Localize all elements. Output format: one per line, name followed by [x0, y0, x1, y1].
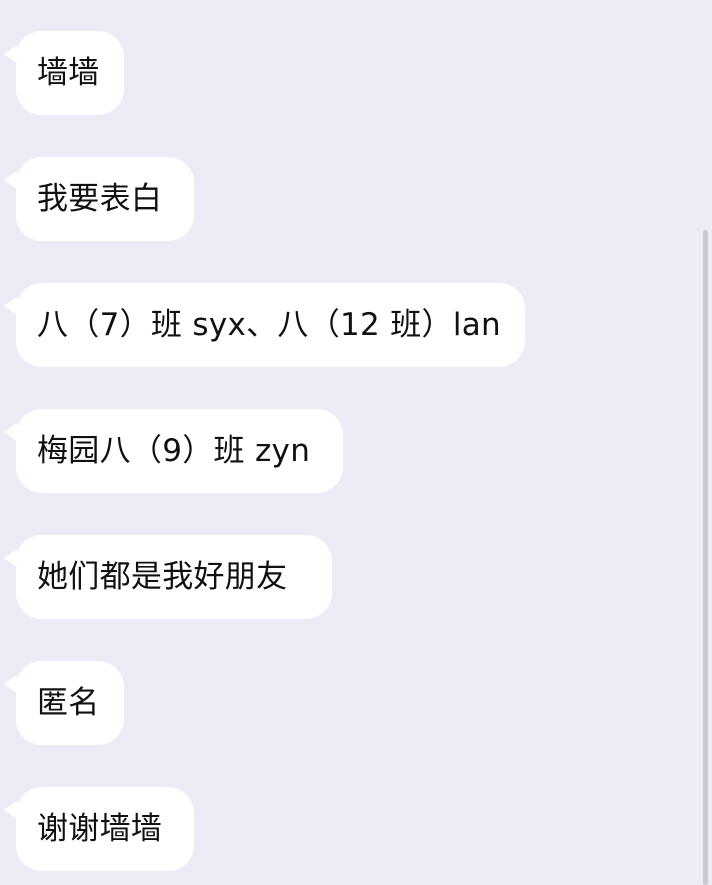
message-bubble[interactable]: 我要表白: [4, 157, 194, 241]
message-text: 谢谢墙墙: [37, 810, 163, 847]
message-text: 匿名: [37, 684, 100, 721]
message-bubble[interactable]: 她们都是我好朋友: [4, 535, 332, 619]
message-text: 墙墙: [37, 54, 100, 91]
message-bubble[interactable]: 匿名: [4, 661, 124, 745]
message-text: 八（7）班 syx、八（12 班）lan: [37, 306, 501, 343]
message-text: 梅园八（9）班 zyn: [37, 432, 311, 469]
scrollbar[interactable]: [703, 230, 708, 885]
message-text: 她们都是我好朋友: [37, 558, 288, 595]
chat-message-list: 墙墙 我要表白 八（7）班 syx、八（12 班）lan 梅园八（9）班 zyn…: [0, 0, 712, 885]
message-bubble[interactable]: 梅园八（9）班 zyn: [4, 409, 343, 493]
message-bubble[interactable]: 八（7）班 syx、八（12 班）lan: [4, 283, 525, 367]
message-text: 我要表白: [37, 180, 163, 217]
message-bubble[interactable]: 谢谢墙墙: [4, 787, 194, 871]
message-bubble[interactable]: 墙墙: [4, 31, 124, 115]
